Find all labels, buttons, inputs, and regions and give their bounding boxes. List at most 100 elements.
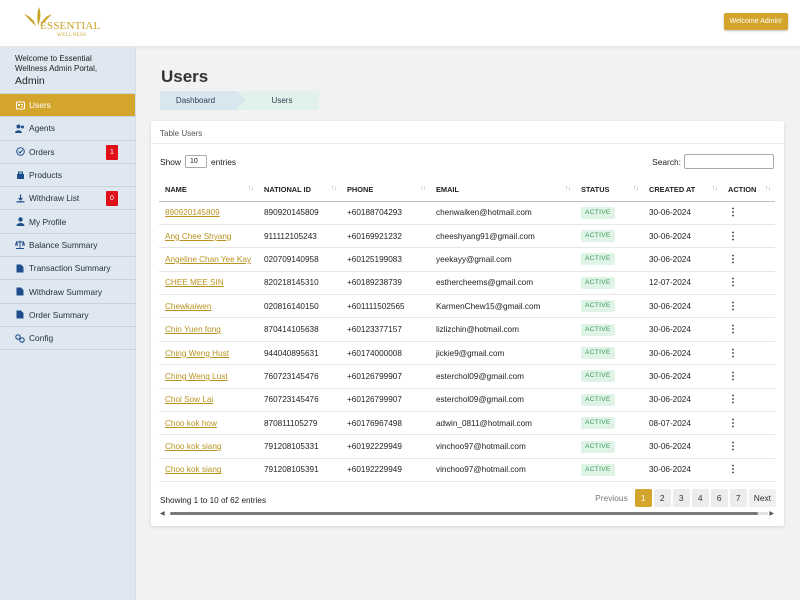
sidebar-item-label: Agents	[29, 123, 56, 134]
national-id-cell: 760723145476	[258, 364, 341, 389]
sidebar-item-products[interactable]: Products	[0, 164, 135, 188]
user-name-link[interactable]: Ching Weng Lust	[159, 364, 258, 389]
column-header-name[interactable]: NAME ↑↓	[159, 178, 258, 202]
column-header-created-at[interactable]: CREATED AT ↑↓	[643, 178, 722, 202]
email-cell: adwin_0811@hotmail.com	[430, 411, 575, 436]
more-actions-icon[interactable]: ⋮	[728, 278, 738, 288]
brand-name: ESSENTIAL	[40, 20, 101, 32]
more-actions-icon[interactable]: ⋮	[728, 348, 738, 358]
status-badge: ACTIVE	[581, 370, 615, 383]
table-row: Choo kok siang 791208105391 +60192229949 vi…	[159, 458, 775, 483]
user-name-link[interactable]: 890920145809	[159, 201, 258, 225]
sidebar-item-users[interactable]: Users	[0, 94, 135, 118]
sidebar-item-agents[interactable]: Agents	[0, 117, 135, 141]
user-name-link[interactable]: Chin Yuen fong	[159, 317, 258, 342]
sidebar-item-order-summary[interactable]: Order Summary	[0, 304, 135, 327]
sidebar-item-orders[interactable]: Orders 1	[0, 141, 135, 164]
user-name-link[interactable]: Choi Sow Lai	[159, 388, 258, 413]
sidebar-welcome: Welcome to Essential Wellness Admin Port…	[0, 47, 135, 94]
phone-cell: +60126799907	[341, 388, 430, 413]
email-cell: vinchoo97@hotmail.com	[430, 458, 575, 483]
document-icon	[15, 263, 25, 273]
email-cell: lizlizchin@hotmail.com	[430, 317, 575, 342]
column-header-status[interactable]: STATUS ↑↓	[575, 178, 643, 202]
column-header-phone[interactable]: PHONE ↑↓	[341, 178, 430, 202]
horizontal-scrollbar[interactable]: ◀ ▶	[160, 510, 774, 517]
status-cell: ACTIVE	[575, 458, 643, 483]
status-badge: ACTIVE	[581, 300, 615, 313]
sidebar-item-transaction-summary[interactable]: Transaction Summary	[0, 257, 135, 281]
user-name-link[interactable]: Choo kok siang	[159, 458, 258, 483]
breadcrumb-dashboard[interactable]: Dashboard	[160, 91, 246, 110]
national-id-cell: 870811105279	[258, 411, 341, 436]
user-name-link[interactable]: CHEE MEE SIN	[159, 271, 258, 296]
sidebar-menu: Users Agents Orders 1 Products Withdraw …	[0, 94, 135, 351]
more-actions-icon[interactable]: ⋮	[728, 208, 738, 218]
user-name-link[interactable]: Choo kok siang	[159, 434, 258, 459]
status-cell: ACTIVE	[575, 271, 643, 296]
user-name-link[interactable]: Chewkaiwen	[159, 294, 258, 319]
users-table: NAME ↑↓ NATIONAL ID ↑↓ PHONE ↑↓ EMAIL ↑↓ STA…	[159, 178, 775, 483]
more-actions-icon[interactable]: ⋮	[728, 325, 738, 335]
brand-logo[interactable]: ESSENTIAL WELLNESS	[22, 6, 102, 38]
email-cell: esterchol09@gmail.com	[430, 388, 575, 413]
sidebar-item-balance-summary[interactable]: Balance Summary	[0, 234, 135, 258]
email-cell: yeekayy@gmail.com	[430, 247, 575, 272]
status-cell: ACTIVE	[575, 201, 643, 225]
more-actions-icon[interactable]: ⋮	[728, 371, 738, 381]
sidebar-item-config[interactable]: Config	[0, 327, 135, 351]
sidebar-item-my-profile[interactable]: My Profile	[0, 210, 135, 234]
user-name-link[interactable]: Choo kok how	[159, 411, 258, 436]
created-at-cell: 12-07-2024	[643, 271, 722, 296]
status-badge: ACTIVE	[581, 393, 615, 406]
pagination-next[interactable]: Next	[748, 489, 776, 507]
sidebar-item-withdraw-list[interactable]: Withdraw List 0	[0, 187, 135, 211]
more-actions-icon[interactable]: ⋮	[728, 442, 738, 452]
user-name-link[interactable]: Angeline Chan Yee Kay	[159, 247, 258, 272]
table-info: Showing 1 to 10 of 62 entries	[160, 496, 267, 505]
pagination: Previous 1 2 3 4 6 7 Next	[589, 489, 776, 507]
status-badge: ACTIVE	[581, 347, 615, 360]
pagination-previous[interactable]: Previous	[590, 489, 633, 507]
status-badge: ACTIVE	[581, 417, 615, 430]
more-actions-icon[interactable]: ⋮	[728, 254, 738, 264]
more-actions-icon[interactable]: ⋮	[728, 301, 738, 311]
phone-cell: +60174000008	[341, 341, 430, 366]
withdraw-icon	[15, 193, 25, 203]
page-button[interactable]: 2	[653, 489, 671, 507]
scroll-thumb[interactable]	[170, 512, 758, 515]
email-cell: jickie9@gmail.com	[430, 341, 575, 366]
more-actions-icon[interactable]: ⋮	[728, 418, 738, 428]
table-header-row: NAME ↑↓ NATIONAL ID ↑↓ PHONE ↑↓ EMAIL ↑↓ STA…	[159, 178, 775, 202]
page-button[interactable]: 1	[634, 489, 652, 507]
table-row: Choo kok siang 791208105331 +60192229949 vi…	[159, 434, 775, 459]
user-name-link[interactable]: Ang Chee Shyang	[159, 224, 258, 249]
table-row: CHEE MEE SIN 820218145310 +60189238739 esth…	[159, 271, 775, 296]
national-id-cell: 911112105243	[258, 224, 341, 249]
search-label: Search:	[652, 156, 681, 167]
national-id-cell: 020709140958	[258, 247, 341, 272]
email-cell: chenwaiken@hotmail.com	[430, 201, 575, 225]
phone-cell: +60192229949	[341, 458, 430, 483]
scroll-right-icon[interactable]: ▶	[769, 510, 774, 517]
column-header-national-id[interactable]: NATIONAL ID ↑↓	[258, 178, 341, 202]
page-button[interactable]: 7	[729, 489, 747, 507]
more-actions-icon[interactable]: ⋮	[728, 231, 738, 241]
phone-cell: +601111502565	[341, 294, 430, 319]
column-header-email[interactable]: EMAIL ↑↓	[430, 178, 575, 202]
page-button[interactable]: 6	[710, 489, 728, 507]
more-actions-icon[interactable]: ⋮	[728, 395, 738, 405]
page-button[interactable]: 4	[691, 489, 709, 507]
welcome-admin-button[interactable]: Welcome Admin!	[723, 13, 788, 30]
page-button[interactable]: 3	[672, 489, 690, 507]
column-header-action[interactable]: ACTION ↑↓	[722, 178, 775, 202]
search-input[interactable]	[684, 154, 774, 169]
more-actions-icon[interactable]: ⋮	[728, 465, 738, 475]
page-length-select[interactable]: 10	[184, 155, 207, 168]
sidebar-item-label: Orders	[29, 146, 55, 157]
created-at-cell: 30-06-2024	[643, 388, 722, 413]
sort-icon: ↑↓	[765, 185, 771, 192]
user-name-link[interactable]: Ching Weng Hust	[159, 341, 258, 366]
sidebar-item-withdraw-summary[interactable]: Withdraw Summary	[0, 280, 135, 304]
scroll-left-icon[interactable]: ◀	[160, 510, 165, 517]
